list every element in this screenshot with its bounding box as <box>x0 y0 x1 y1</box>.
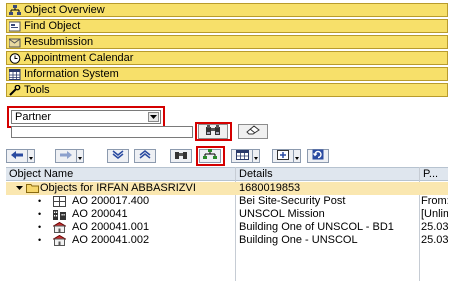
swap-view-button[interactable] <box>238 124 268 139</box>
refresh-button[interactable] <box>307 149 329 163</box>
tree-row[interactable]: • AO 200041.001 Building One of UNSCOL -… <box>6 221 448 234</box>
arrow-left-icon <box>11 150 23 162</box>
building-icon <box>51 234 68 246</box>
expand-all-icon <box>112 150 124 162</box>
tree-bullet: • <box>38 222 42 232</box>
object-name: Objects for IRFAN ABBASRIZVI <box>40 182 196 194</box>
layout-menu-button[interactable] <box>253 149 260 163</box>
nav-label: Information System <box>24 68 119 80</box>
layout-button[interactable] <box>231 149 253 163</box>
nav-label: Resubmission <box>24 36 94 48</box>
nav-object-overview[interactable]: Object Overview <box>6 3 448 17</box>
object-type-select[interactable]: Partner <box>11 110 161 124</box>
back-button[interactable] <box>6 149 28 163</box>
forward-menu-button[interactable] <box>77 149 84 163</box>
folder-icon <box>26 183 39 194</box>
search-query-input[interactable] <box>11 126 193 138</box>
tree-bullet: • <box>38 196 42 206</box>
resubmission-icon <box>9 37 21 48</box>
find-in-list-button[interactable] <box>170 149 192 163</box>
arrow-right-icon <box>60 150 72 162</box>
object-p: 25.03. <box>421 234 448 246</box>
org-structure-icon <box>9 4 21 16</box>
settings-icon <box>277 149 289 163</box>
table-icon <box>235 149 249 163</box>
collapse-all-icon <box>139 150 151 162</box>
hierarchy-button[interactable] <box>199 149 221 163</box>
binoculars-icon <box>205 124 221 139</box>
find-button[interactable] <box>198 124 228 139</box>
nav-label: Find Object <box>24 20 81 32</box>
grid-header: Object Name Details P... <box>6 167 448 181</box>
nav-tools[interactable]: Tools <box>6 83 448 97</box>
nav-label: Tools <box>24 84 50 96</box>
back-menu-button[interactable] <box>28 149 35 163</box>
clock-icon <box>9 52 21 64</box>
binoculars-icon <box>174 150 188 163</box>
rental-object-icon <box>53 196 66 207</box>
tree-bullet: • <box>38 209 42 219</box>
expand-toggle-icon[interactable] <box>16 182 24 195</box>
nav-information-system[interactable]: Information System <box>6 67 448 81</box>
refresh-icon <box>312 149 324 163</box>
nav-label: Object Overview <box>24 4 105 16</box>
nav-appointment-calendar[interactable]: Appointment Calendar <box>6 51 448 65</box>
forward-button[interactable] <box>55 149 77 163</box>
tree-row[interactable]: • AO 200041.002 Building One - UNSCOL 25… <box>6 234 448 247</box>
hierarchy-icon <box>203 149 217 163</box>
object-name: AO 200041.001 <box>72 221 150 233</box>
object-p <box>421 182 448 195</box>
object-p: From: <box>421 195 448 207</box>
building-icon <box>51 221 68 233</box>
collapse-all-button[interactable] <box>134 149 156 163</box>
nav-resubmission[interactable]: Resubmission <box>6 35 448 49</box>
table-icon <box>9 68 21 80</box>
nav-label: Appointment Calendar <box>24 52 134 64</box>
nav-find-object[interactable]: Find Object <box>6 19 448 33</box>
settings-button[interactable] <box>272 149 294 163</box>
object-details: 1680019853 <box>239 182 301 194</box>
tree-row-root[interactable]: Objects for IRFAN ABBASRIZVI 1680019853 <box>6 182 448 195</box>
tree-row[interactable]: • AO 200041 UNSCOL Mission [Unlim <box>6 208 448 221</box>
column-header-object-name[interactable]: Object Name <box>6 168 235 181</box>
tree-bullet: • <box>38 235 42 245</box>
object-type-value: Partner <box>15 111 52 123</box>
settings-menu-button[interactable] <box>294 149 301 163</box>
object-name: AO 200041.002 <box>72 234 150 246</box>
object-details: Building One - UNSCOL <box>239 234 358 246</box>
eraser-icon <box>245 125 261 138</box>
object-p: [Unlim <box>421 208 448 220</box>
object-p: 25.03. <box>421 221 448 233</box>
column-header-details[interactable]: Details <box>236 168 419 181</box>
object-details: Building One of UNSCOL - BD1 <box>239 221 394 233</box>
expand-all-button[interactable] <box>107 149 129 163</box>
object-name: AO 200041 <box>72 208 128 220</box>
object-details: UNSCOL Mission <box>239 208 325 220</box>
column-header-p[interactable]: P... <box>420 168 448 181</box>
tools-icon <box>9 84 21 96</box>
find-object-icon <box>9 21 21 32</box>
tree-row[interactable]: • AO 200017.400 Bei Site-Security Post F… <box>6 195 448 208</box>
object-details: Bei Site-Security Post <box>239 195 346 207</box>
chevron-down-icon[interactable] <box>148 112 159 122</box>
building-complex-icon <box>53 209 66 220</box>
object-name: AO 200017.400 <box>72 195 150 207</box>
